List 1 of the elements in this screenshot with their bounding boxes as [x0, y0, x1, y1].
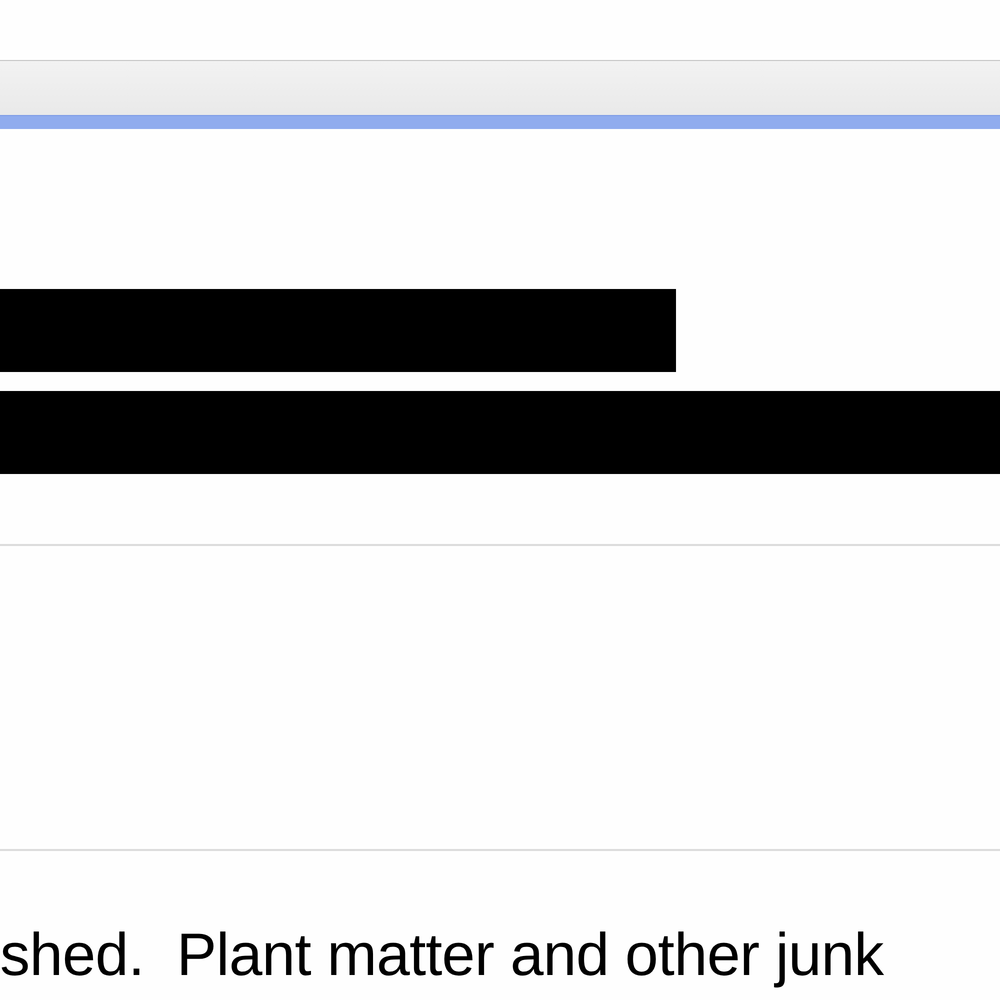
body-text: shed. Plant matter and other junk [0, 920, 885, 990]
